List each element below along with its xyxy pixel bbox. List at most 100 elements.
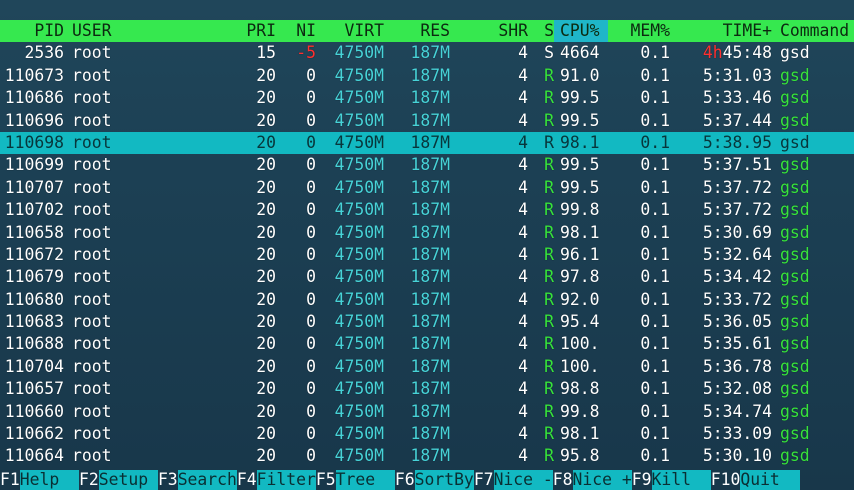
cell-pri: 20 [256, 312, 276, 332]
header-pri[interactable]: PRI [204, 20, 276, 42]
cell-mem: 0.1 [640, 424, 670, 444]
header-shr[interactable]: SHR [450, 20, 528, 42]
process-row[interactable]: 2536 root 15 -5 4750M 187M 4 S 4664 0.1 4h45:48 gsd [0, 42, 854, 64]
cell-mem: 0.1 [640, 110, 670, 130]
cell-state: R [544, 244, 554, 264]
fkey-f4[interactable]: F4 [237, 470, 257, 490]
cell-virt: 4750M [334, 110, 384, 130]
process-row[interactable]: 110688 root 20 0 4750M 187M 4 R 100. 0.1 5:35.61 gs… [0, 333, 854, 355]
cell-res: 187M [410, 200, 450, 220]
header-user[interactable]: USER [64, 20, 204, 42]
process-row[interactable]: 110672 root 20 0 4750M 187M 4 R 96.1 0.1 5:32.64 gs… [0, 244, 854, 266]
header-res[interactable]: RES [384, 20, 450, 42]
process-row[interactable]: 110660 root 20 0 4750M 187M 4 R 99.8 0.1 5:34.74 gs… [0, 401, 854, 423]
process-row[interactable]: 110683 root 20 0 4750M 187M 4 R 95.4 0.1 5:36.05 gs… [0, 311, 854, 333]
cell-user: root [72, 132, 112, 152]
process-row[interactable]: 110704 root 20 0 4750M 187M 4 R 100. 0.1 5:36.78 gs… [0, 356, 854, 378]
cell-nice: 0 [306, 356, 316, 376]
cell-nice: 0 [306, 401, 316, 421]
fkey-label-f10[interactable]: Quit [740, 470, 800, 490]
cell-pri: 20 [256, 424, 276, 444]
fkey-f8[interactable]: F8 [553, 470, 573, 490]
cell-time: 5:32.64 [702, 244, 772, 264]
process-row[interactable]: 110699 root 20 0 4750M 187M 4 R 99.5 0.1 5:37.51 gs… [0, 154, 854, 176]
cell-state: R [544, 334, 554, 354]
process-row[interactable]: 110658 root 20 0 4750M 187M 4 R 98.1 0.1 5:30.69 gs… [0, 222, 854, 244]
fkey-label-f8[interactable]: Nice + [572, 470, 632, 490]
cell-time-rest: 45:48 [722, 43, 772, 63]
cell-shr: 4 [518, 132, 528, 152]
process-row[interactable]: 110664 root 20 0 4750M 187M 4 R 95.8 0.1 5:30.10 gs… [0, 445, 854, 467]
cell-shr: 4 [518, 155, 528, 175]
cell-pid: 2536 [24, 43, 64, 63]
fkey-f5[interactable]: F5 [316, 470, 336, 490]
process-row[interactable]: 110657 root 20 0 4750M 187M 4 R 98.8 0.1 5:32.08 gs… [0, 378, 854, 400]
process-row[interactable]: 110662 root 20 0 4750M 187M 4 R 98.1 0.1 5:33.09 gs… [0, 423, 854, 445]
process-row[interactable]: 110673 root 20 0 4750M 187M 4 R 91.0 0.1 5:31.03 gs… [0, 65, 854, 87]
cell-nice: 0 [306, 424, 316, 444]
cell-state: R [544, 110, 554, 130]
fkey-f9[interactable]: F9 [632, 470, 652, 490]
cell-user: root [72, 244, 112, 264]
cell-mem: 0.1 [640, 312, 670, 332]
cell-command: gsd [780, 446, 810, 466]
cell-shr: 4 [518, 88, 528, 108]
header-pid[interactable]: PID [0, 20, 64, 42]
cell-time: 5:37.44 [702, 110, 772, 130]
fkey-f7[interactable]: F7 [474, 470, 494, 490]
cell-pri: 20 [256, 65, 276, 85]
cell-res: 187M [410, 356, 450, 376]
header-time[interactable]: TIME+ [670, 20, 772, 42]
process-list[interactable]: 2536 root 15 -5 4750M 187M 4 S 4664 0.1 4h45:48 gsd… [0, 42, 854, 467]
cell-nice: -5 [296, 43, 316, 63]
cell-cpu: 98.1 [560, 132, 600, 152]
cell-pri: 20 [256, 155, 276, 175]
header-mem[interactable]: MEM% [608, 20, 670, 42]
process-row[interactable]: 110707 root 20 0 4750M 187M 4 R 99.5 0.1 5:37.72 gs… [0, 177, 854, 199]
fkey-label-f3[interactable]: Search [177, 470, 237, 490]
header-ni[interactable]: NI [276, 20, 316, 42]
fkey-label-f7[interactable]: Nice - [493, 470, 553, 490]
fkey-label-f5[interactable]: Tree [335, 470, 395, 490]
cell-state: R [544, 267, 554, 287]
fkey-f2[interactable]: F2 [79, 470, 99, 490]
cell-virt: 4750M [334, 334, 384, 354]
cell-command: gsd [780, 132, 810, 152]
fkey-f10[interactable]: F10 [711, 470, 741, 490]
cell-cpu: 99.5 [560, 155, 600, 175]
fkey-label-f4[interactable]: Filter [256, 470, 316, 490]
fkey-label-f6[interactable]: SortBy [414, 470, 474, 490]
cell-command: gsd [780, 110, 810, 130]
cell-user: root [72, 267, 112, 287]
cell-state: R [544, 200, 554, 220]
cell-user: root [72, 446, 112, 466]
fkey-f6[interactable]: F6 [395, 470, 415, 490]
fkey-label-f9[interactable]: Kill [651, 470, 711, 490]
process-row[interactable]: 110686 root 20 0 4750M 187M 4 R 99.5 0.1 5:33.46 gs… [0, 87, 854, 109]
header-command[interactable]: Command [772, 20, 854, 42]
header-state[interactable]: S [528, 20, 554, 42]
cell-user: root [72, 110, 112, 130]
cell-cpu: 96.1 [560, 244, 600, 264]
fkey-label-f1[interactable]: Help [19, 470, 79, 490]
cell-time: 5:36.05 [702, 312, 772, 332]
cell-state: R [544, 88, 554, 108]
header-cpu-sorted[interactable]: CPU% [554, 20, 608, 43]
fkey-f1[interactable]: F1 [0, 470, 20, 490]
header-virt[interactable]: VIRT [316, 20, 384, 42]
process-row[interactable]: 110679 root 20 0 4750M 187M 4 R 97.8 0.1 5:34.42 gs… [0, 266, 854, 288]
cell-shr: 4 [518, 424, 528, 444]
process-row[interactable]: 110696 root 20 0 4750M 187M 4 R 99.5 0.1 5:37.44 gs… [0, 110, 854, 132]
fkey-label-f2[interactable]: Setup [98, 470, 158, 490]
cell-virt: 4750M [334, 200, 384, 220]
cell-user: root [72, 155, 112, 175]
process-row[interactable]: 110702 root 20 0 4750M 187M 4 R 99.8 0.1 5:37.72 gs… [0, 199, 854, 221]
process-row-selected[interactable]: 110698 root 20 0 4750M 187M 4 R 98.1 0.1 5:38.95 gs… [0, 131, 854, 155]
fkey-f3[interactable]: F3 [158, 470, 178, 490]
cell-user: root [72, 334, 112, 354]
process-row[interactable]: 110680 root 20 0 4750M 187M 4 R 92.0 0.1 5:33.72 gs… [0, 289, 854, 311]
cell-nice: 0 [306, 312, 316, 332]
column-header-row: PID USER PRI NI VIRT RES SHR S CPU% MEM%… [0, 20, 854, 43]
cell-pri: 20 [256, 267, 276, 287]
cell-user: root [72, 88, 112, 108]
